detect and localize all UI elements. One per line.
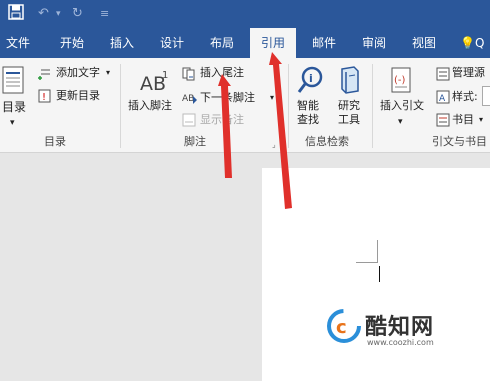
arrow-right <box>269 52 292 209</box>
arrow-left <box>218 74 232 178</box>
annotation-arrows <box>218 52 292 209</box>
